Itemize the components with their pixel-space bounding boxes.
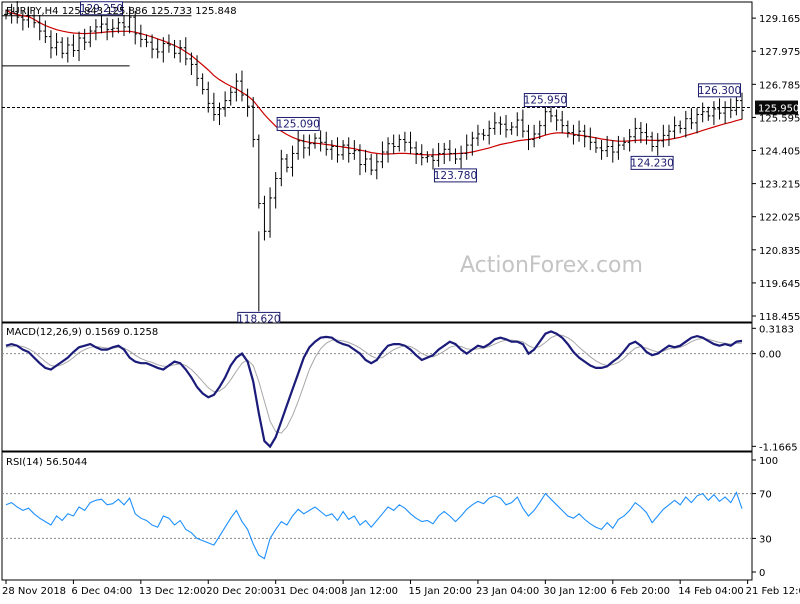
rsi-panel-title: RSI(14) 56.5044 xyxy=(6,457,87,468)
x-tick-label: 21 Feb 12:00 xyxy=(746,586,800,597)
x-tick-label: 20 Dec 20:00 xyxy=(206,586,273,597)
price-y-tick-label: 120.835 xyxy=(759,246,800,257)
x-tick-label: 31 Dec 04:00 xyxy=(274,586,341,597)
current-price-label: 125.950 xyxy=(758,104,799,115)
price-annotation: 124.230 xyxy=(630,155,674,170)
macd-panel: 0.3183 0.00 -1.1665 MACD(12,26,9) 0.1569 0… xyxy=(1,322,798,453)
price-annotation-label: 125.090 xyxy=(276,118,319,130)
x-tick-label: 30 Jan 12:00 xyxy=(543,586,606,597)
price-annotation: 125.950 xyxy=(524,93,567,108)
price-annotation: 123.780 xyxy=(434,168,477,183)
x-tick-label: 14 Feb 04:00 xyxy=(678,586,744,597)
price-y-tick-label: 123.215 xyxy=(759,180,800,191)
macd-panel-frame xyxy=(1,322,753,452)
rsi-y-tick-label: 30 xyxy=(759,534,772,545)
price-y-tick-label: 125.595 xyxy=(759,113,800,124)
watermark: ActionForex.com xyxy=(460,253,643,278)
price-panel: 129.250118.620125.090123.780125.950124.2… xyxy=(1,1,800,326)
macd-y-tick-label: 0.00 xyxy=(759,350,781,361)
price-y-tick-label: 127.975 xyxy=(759,47,800,58)
macd-y-tick-label: 0.3183 xyxy=(759,324,794,335)
rsi-y-axis: 100 70 30 0 xyxy=(752,456,778,579)
price-annotation: 126.300 xyxy=(698,83,741,98)
x-tick-label: 6 Dec 04:00 xyxy=(71,586,132,597)
x-tick-label: 6 Feb 20:00 xyxy=(611,586,670,597)
rsi-y-tick-label: 100 xyxy=(759,456,778,467)
price-y-tick-label: 119.645 xyxy=(759,279,800,290)
price-y-tick-label: 122.025 xyxy=(759,213,800,224)
price-annotation-label: 124.230 xyxy=(630,157,673,169)
chart-canvas: 129.250118.620125.090123.780125.950124.2… xyxy=(1,1,800,597)
macd-panel-title: MACD(12,26,9) 0.1569 0.1258 xyxy=(6,327,158,338)
price-annotation: 125.090 xyxy=(276,116,320,131)
x-tick-label: 23 Jan 04:00 xyxy=(476,586,539,597)
x-tick-label: 28 Nov 2018 xyxy=(2,586,66,597)
price-y-tick-label: 129.165 xyxy=(759,14,800,25)
price-annotation-label: 125.950 xyxy=(524,95,567,107)
price-y-tick-label: 118.455 xyxy=(759,312,800,323)
price-panel-title: EURJPY,H4 125.843 125.886 125.733 125.84… xyxy=(6,6,237,17)
macd-y-axis: 0.3183 0.00 -1.1665 xyxy=(752,324,798,453)
chart-container: 129.250 118.620 125.090 123.780 125.950 124.2… xyxy=(0,0,800,600)
time-axis: 28 Nov 2018 6 Dec 04:00 13 Dec 12:00 20 Dec… xyxy=(2,580,800,597)
price-y-axis: 129.165 127.975 126.785 125.595 124.405 123.2… xyxy=(752,14,800,323)
rsi-y-tick-label: 0 xyxy=(759,568,765,579)
rsi-y-tick-label: 70 xyxy=(759,490,772,501)
price-annotation-label: 123.780 xyxy=(434,170,477,182)
price-y-tick-label: 124.405 xyxy=(759,147,800,158)
rsi-panel-frame xyxy=(1,451,753,581)
macd-y-tick-label: -1.1665 xyxy=(759,442,798,453)
price-annotation-label: 126.300 xyxy=(698,85,741,97)
rsi-panel: 100 70 30 0 RSI(14) 56.5044 xyxy=(1,451,778,581)
price-y-tick-label: 126.785 xyxy=(759,80,800,91)
x-tick-label: 8 Jan 12:00 xyxy=(341,586,398,597)
x-tick-label: 15 Jan 20:00 xyxy=(409,586,472,597)
x-tick-label: 13 Dec 12:00 xyxy=(139,586,206,597)
